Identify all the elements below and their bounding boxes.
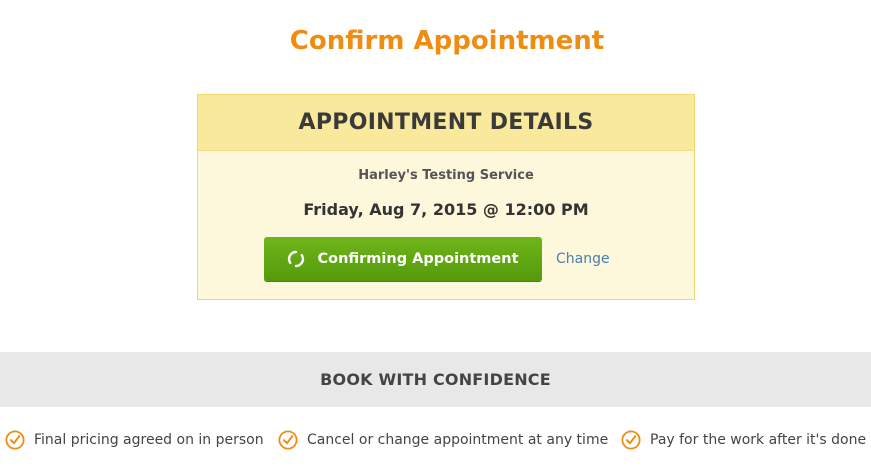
book-with-confidence-title: BOOK WITH CONFIDENCE [320,370,551,389]
confirm-appointment-button[interactable]: Confirming Appointment [264,237,542,281]
page-title: Confirm Appointment [289,26,605,56]
feature-final-pricing: Final pricing agreed on in person [5,430,264,450]
check-circle-icon [278,430,298,450]
provider-name: Harley's Testing Service [358,168,534,183]
change-appointment-link[interactable]: Change [556,251,610,267]
appointment-details-header: APPOINTMENT DETAILS [198,95,694,151]
confidence-features-list: Final pricing agreed on in person Cancel… [0,430,871,454]
page: Confirm Appointment APPOINTMENT DETAILS … [0,0,871,474]
feature-label: Final pricing agreed on in person [34,432,264,448]
feature-label: Pay for the work after it's done [650,432,867,448]
loading-spinner-icon [287,250,305,268]
appointment-datetime: Friday, Aug 7, 2015 @ 12:00 PM [303,200,589,219]
feature-cancel-change: Cancel or change appointment at any time [278,430,608,450]
check-circle-icon [5,430,25,450]
confirm-appointment-label: Confirming Appointment [317,251,519,267]
book-with-confidence-banner: BOOK WITH CONFIDENCE [0,352,871,407]
appointment-details-card: APPOINTMENT DETAILS Harley's Testing Ser… [197,94,695,300]
feature-pay-after: Pay for the work after it's done [621,430,866,450]
feature-label: Cancel or change appointment at any time [307,432,609,448]
check-circle-icon [621,430,641,450]
